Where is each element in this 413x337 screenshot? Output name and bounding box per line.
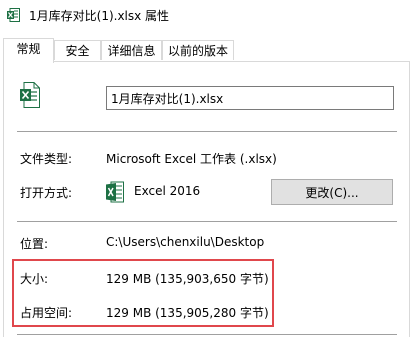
title-bar: 1月库存对比(1).xlsx 属性 <box>0 0 413 30</box>
location-value: C:\Users\chenxilu\Desktop <box>106 235 265 249</box>
filename-input[interactable]: 1月库存对比(1).xlsx <box>106 86 394 110</box>
location-label: 位置: <box>20 237 49 251</box>
file-type-label: 文件类型: <box>20 152 73 166</box>
tab-general[interactable]: 常规 <box>3 38 54 63</box>
excel-file-icon <box>7 8 20 22</box>
file-type-value: Microsoft Excel 工作表 (.xlsx) <box>106 152 277 166</box>
excel-app-icon <box>106 181 124 203</box>
divider <box>17 131 397 132</box>
divider <box>17 221 397 222</box>
tab-details[interactable]: 详细信息 <box>101 40 162 60</box>
change-button[interactable]: 更改(C)... <box>271 179 393 205</box>
divider <box>17 334 397 335</box>
opens-with-label: 打开方式: <box>20 186 73 200</box>
size-highlight-box <box>12 259 274 327</box>
tab-bar: 常规 安全 详细信息 以前的版本 <box>0 38 413 63</box>
opens-with-app-name: Excel 2016 <box>134 184 201 198</box>
tab-previous-versions[interactable]: 以前的版本 <box>162 40 234 60</box>
properties-window: 1月库存对比(1).xlsx 属性 常规 安全 详细信息 以前的版本 1月库存对… <box>0 0 413 337</box>
window-title: 1月库存对比(1).xlsx 属性 <box>29 9 170 23</box>
tab-security[interactable]: 安全 <box>54 40 101 60</box>
excel-file-icon <box>20 82 40 108</box>
